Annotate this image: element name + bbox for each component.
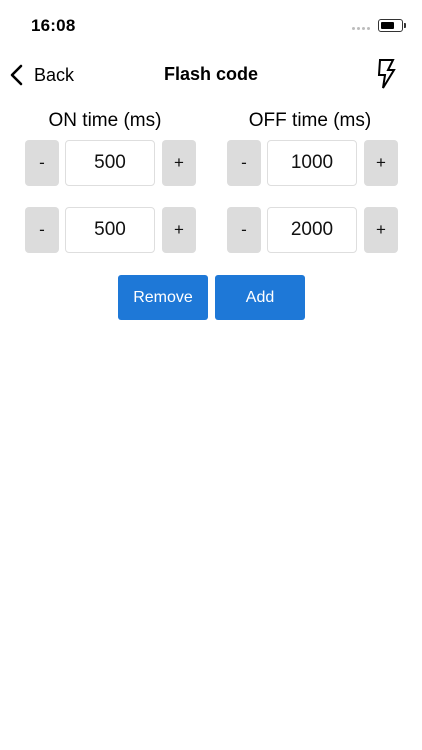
off-minus-button[interactable]: - [227,140,261,186]
signal-icon [352,27,370,30]
nav-bar: Back Flash code [0,52,422,98]
status-bar: 16:08 [0,0,422,52]
on-minus-button[interactable]: - [25,140,59,186]
on-time-input[interactable] [65,140,155,186]
flash-row: - + - + [0,140,422,186]
off-time-input[interactable] [267,140,357,186]
on-minus-button[interactable]: - [25,207,59,253]
page-title: Flash code [163,64,259,84]
off-time-input[interactable] [267,207,357,253]
off-time-header: OFF time (ms) [248,110,372,131]
off-plus-button[interactable]: + [364,207,398,253]
battery-tip [404,23,406,28]
on-plus-button[interactable]: + [162,140,196,186]
add-button[interactable]: Add [215,275,305,320]
flash-row: - + - + [0,207,422,253]
on-time-header: ON time (ms) [48,110,162,131]
remove-button[interactable]: Remove [118,275,208,320]
battery-icon [378,19,403,32]
off-minus-button[interactable]: - [227,207,261,253]
flash-icon[interactable] [373,58,399,90]
off-plus-button[interactable]: + [364,140,398,186]
on-plus-button[interactable]: + [162,207,196,253]
on-time-input[interactable] [65,207,155,253]
status-time: 16:08 [31,16,76,35]
